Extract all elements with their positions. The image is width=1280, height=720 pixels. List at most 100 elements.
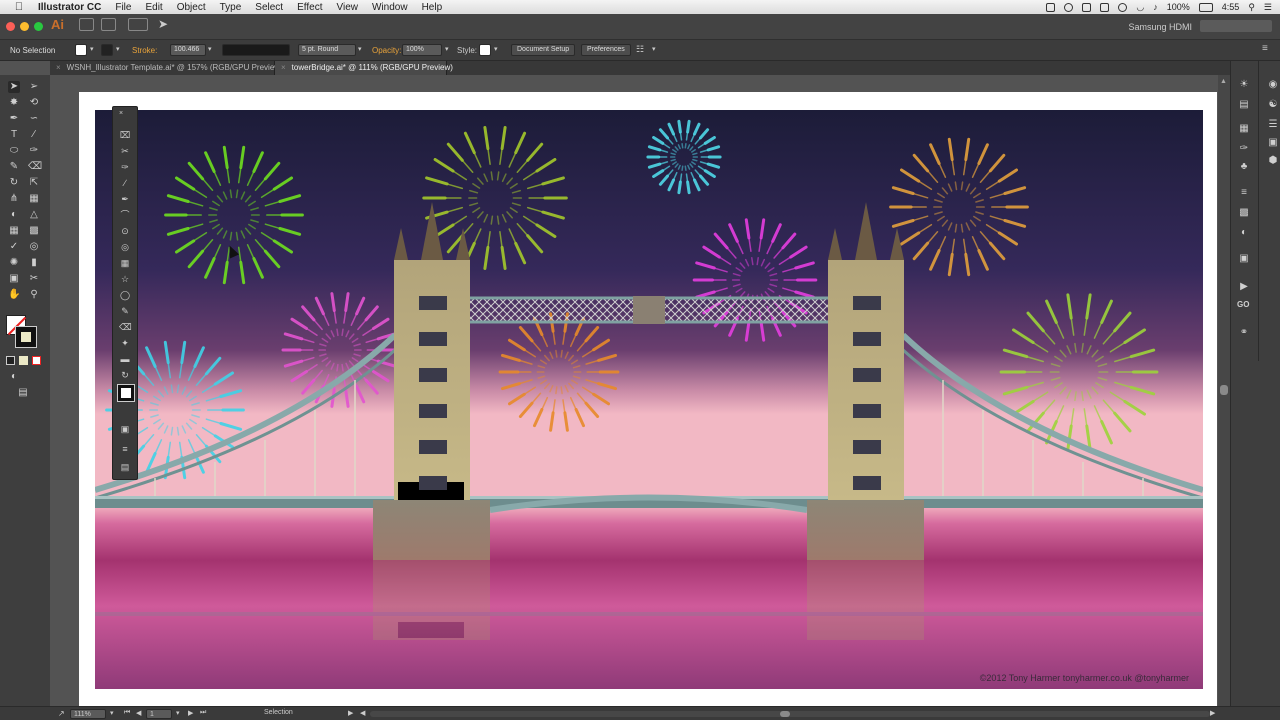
artboard-tool-icon[interactable]: ▣ [8,273,20,285]
polar-grid-tool-icon[interactable]: ◎ [119,241,131,253]
volume-icon[interactable]: ♪ [1153,2,1158,12]
tower-bridge-artwork[interactable]: ©2012 Tony Harmer tonyharmer.co.uk @tony… [95,110,1203,689]
clock[interactable]: 4:55 [1222,2,1240,12]
scale-tool-icon[interactable]: ⇱ [28,177,40,189]
none-mode-icon[interactable] [32,356,41,365]
star-tool-icon[interactable]: ☆ [119,273,131,285]
join-tool-icon[interactable]: ✦ [119,337,131,349]
ellipse-tool-icon[interactable]: ⬭ [8,145,20,157]
battery-label[interactable]: 100% [1167,2,1190,12]
menu-effect[interactable]: Effect [297,2,322,13]
close-tab-icon[interactable]: × [281,63,286,72]
align-icon[interactable]: ☰ [1267,119,1279,131]
mesh-tool-icon[interactable]: ▦ [8,225,20,237]
document-canvas[interactable]: ©2012 Tony Harmer tonyharmer.co.uk @tony… [50,75,1218,706]
vertical-scroll-thumb[interactable] [1220,385,1228,395]
free-transform-tool-icon[interactable]: ▦ [28,193,40,205]
vertical-scrollbar[interactable]: ▲ [1218,75,1230,706]
workspace-switcher[interactable]: Samsung HDMI [1128,22,1192,32]
stroke-weight-input[interactable]: 100.466 [170,44,206,56]
document-setup-button[interactable]: Document Setup [511,44,576,56]
direct-selection-tool-icon[interactable]: ➢ [28,81,40,93]
notification-center-icon[interactable]: ☰ [1264,2,1272,13]
width-tool-icon[interactable]: ⋔ [8,193,20,205]
zoom-window-icon[interactable] [34,22,43,31]
bridge-icon[interactable] [79,18,94,31]
slice-tool-icon[interactable]: ✂ [28,273,40,285]
menu-select[interactable]: Select [255,2,283,13]
paintbrush-tool-icon[interactable]: ✑ [28,145,40,157]
blend-tool-icon[interactable]: ◎ [28,241,40,253]
gradient-mode-icon[interactable] [19,356,28,365]
send-icon[interactable]: ➤ [158,17,168,31]
preferences-button[interactable]: Preferences [581,44,631,56]
color-guide-icon[interactable]: ☀ [1238,79,1250,91]
stroke-label[interactable]: Stroke: [132,46,157,55]
column-graph-tool-icon[interactable]: ▮ [28,257,40,269]
arrange-icon[interactable]: ☷ [636,44,644,55]
artboards-mini-icon[interactable]: ▤ [119,461,131,473]
artboard-number-field[interactable]: 1 [146,709,172,719]
transparency-icon[interactable]: ◐ [1238,227,1250,239]
menu-edit[interactable]: Edit [145,2,162,13]
shape-builder-tool-icon[interactable]: ◐ [8,209,20,221]
draw-mode-icon[interactable]: ◐ [8,371,20,383]
menu-object[interactable]: Object [177,2,206,13]
sync-icon[interactable] [1064,2,1074,12]
menu-file[interactable]: File [115,2,131,13]
stroke-panel-icon[interactable]: ≡ [1238,187,1250,199]
status-menu-icon[interactable]: ▶ [348,709,353,717]
stroke-color-swatch[interactable] [15,326,37,348]
stock-icon[interactable] [101,18,116,31]
zoom-level-field[interactable]: 111% [70,709,106,719]
gradient-tool-icon[interactable]: ▩ [28,225,40,237]
stroke-swatch[interactable] [101,44,113,56]
export-icon[interactable]: ↗ [58,709,65,718]
spiral-tool-icon[interactable]: ⊙ [119,225,131,237]
first-artboard-icon[interactable]: ⏮ [124,709,130,717]
app-menu[interactable]: Illustrator CC [38,2,101,13]
ruler-tool-icon[interactable]: ▬ [119,353,131,365]
arrange-documents-icon[interactable] [128,18,148,31]
arc-tool-icon[interactable]: ⌒ [119,209,131,221]
eraser-tool-icon[interactable]: ⌫ [28,161,42,173]
graphic-style-swatch[interactable] [479,44,491,56]
artboard[interactable]: ©2012 Tony Harmer tonyharmer.co.uk @tony… [79,92,1217,706]
brush-definition[interactable]: 5 pt. Round [298,44,356,56]
stroke-weight-chevron-down-icon[interactable]: ▾ [208,45,212,53]
go-icon[interactable]: GO [1237,299,1249,311]
hand-tool-icon[interactable]: ✋ [8,289,20,301]
mini-fill-stroke-swatch[interactable] [117,384,135,402]
next-artboard-icon[interactable]: ▶ [188,709,193,717]
swap-fill-stroke-icon[interactable]: ↻ [119,369,131,381]
type-tool-icon[interactable]: T [8,129,20,141]
curvature-tool-icon[interactable]: ∽ [28,113,40,125]
blob-brush-tool-icon[interactable]: ✑ [119,161,131,173]
links-icon[interactable]: ⚭ [1238,327,1250,339]
pathfinder-icon[interactable]: ▣ [1267,137,1279,149]
style-chevron-down-icon[interactable]: ▾ [494,45,498,53]
isolate-icon[interactable]: ▣ [119,423,131,435]
search-input[interactable] [1200,20,1272,32]
add-anchor-tool-icon[interactable]: ✒ [119,193,131,205]
dropbox-icon[interactable] [1046,2,1056,12]
fill-chevron-down-icon[interactable]: ▾ [90,45,94,53]
pen-tool-icon[interactable]: ✒ [8,113,20,125]
menu-help[interactable]: Help [422,2,443,13]
scroll-up-icon[interactable]: ▲ [1220,78,1227,85]
opacity-input[interactable]: 100% [402,44,442,56]
symbols-icon[interactable]: ♣ [1238,161,1250,173]
eyedropper-tool-icon[interactable]: ✓ [8,241,20,253]
fill-swatch[interactable] [75,44,87,56]
screen-icon[interactable] [1100,2,1110,12]
variable-width-profile[interactable] [222,44,290,56]
brush-chevron-down-icon[interactable]: ▾ [358,45,362,53]
floating-tools-panel[interactable]: × ⌧ ✂ ✑ ∕ ✒ ⌒ ⊙ ◎ ▦ ☆ ◯ ✎ ⌫ ✦ ▬ ↻ ▣ ≡ ▤ [112,106,138,480]
record-icon[interactable] [1082,2,1092,12]
close-window-icon[interactable] [6,22,15,31]
flare-tool-icon[interactable]: ◯ [119,289,131,301]
appearance-icon[interactable]: ▣ [1238,253,1250,265]
current-tool-label[interactable]: Selection [264,709,293,716]
menu-window[interactable]: Window [372,2,408,13]
close-panel-icon[interactable]: × [115,108,127,120]
